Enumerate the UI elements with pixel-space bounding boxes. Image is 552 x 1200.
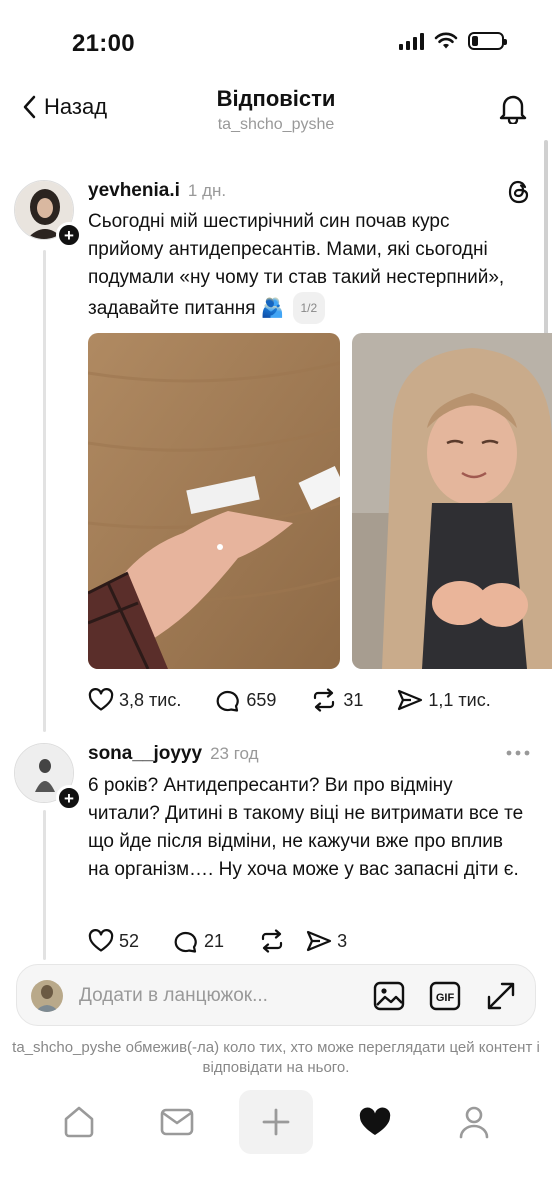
comment-icon: [216, 690, 240, 712]
expand-icon: [487, 982, 515, 1010]
heart-filled-icon: [359, 1107, 391, 1135]
reply-text: 6 років? Антидепресанти? Ви про відміну …: [88, 775, 524, 880]
post-text: Сьогодні мій шестирічний син почав курс …: [88, 208, 528, 324]
post-avatar[interactable]: +: [14, 180, 82, 248]
page-indicator: 1/2: [292, 292, 326, 324]
tab-profile[interactable]: [437, 1090, 511, 1154]
post-time: 23 год: [210, 744, 259, 763]
notifications-button[interactable]: [498, 92, 528, 129]
page-title: Відповісти: [216, 86, 336, 111]
like-button[interactable]: 52: [88, 929, 139, 953]
tab-bar: [0, 1090, 552, 1160]
post-actions: 3,8 тис. 659 31 1,1 тис.: [88, 688, 525, 712]
share-count: 1,1 тис.: [428, 689, 491, 710]
follow-button[interactable]: +: [56, 222, 82, 248]
tab-activity[interactable]: [338, 1090, 412, 1154]
repost-icon: [261, 929, 283, 953]
reply-composer[interactable]: Додати в ланцюжок... GIF: [16, 964, 536, 1026]
like-button[interactable]: 3,8 тис.: [88, 688, 181, 712]
signal-icon: [399, 32, 424, 50]
status-icons: [399, 32, 507, 50]
share-count: 3: [337, 930, 348, 951]
tab-home[interactable]: [42, 1090, 116, 1154]
repost-button[interactable]: [258, 929, 286, 953]
post-photo[interactable]: [352, 333, 552, 669]
inbox-icon: [160, 1108, 194, 1136]
username[interactable]: yevhenia.i: [88, 180, 180, 202]
repost-count: 31: [343, 689, 364, 710]
follow-button[interactable]: +: [56, 785, 82, 811]
wifi-icon: [434, 32, 458, 49]
reply-avatar[interactable]: +: [14, 743, 82, 811]
comment-icon: [174, 931, 197, 953]
share-icon: [306, 930, 332, 952]
share-button[interactable]: 3: [306, 929, 347, 953]
scrollbar[interactable]: [544, 140, 548, 340]
post-header: yevhenia.i 1 дн.: [88, 180, 226, 202]
repost-button[interactable]: 31: [310, 688, 363, 712]
page-subtitle: ta_shcho_pyshe: [217, 116, 335, 133]
post-photo[interactable]: [88, 333, 340, 669]
attach-image-button[interactable]: [373, 980, 405, 1017]
reply-count: 21: [204, 930, 225, 951]
status-time: 21:00: [72, 30, 135, 57]
battery-icon: [468, 32, 507, 50]
home-icon: [64, 1106, 94, 1138]
threads-logo-icon[interactable]: [508, 180, 530, 204]
heart-icon: [88, 688, 114, 711]
expand-button[interactable]: [485, 980, 517, 1017]
bell-icon: [499, 95, 527, 126]
tab-inbox[interactable]: [140, 1090, 214, 1154]
share-icon: [398, 689, 423, 711]
post-time: 1 дн.: [187, 181, 227, 200]
like-count: 52: [119, 930, 140, 951]
header: Назад Відповісти ta_shcho_pyshe: [0, 80, 552, 150]
tab-create[interactable]: [239, 1090, 313, 1154]
gif-icon: GIF: [429, 981, 461, 1011]
reply-count: 659: [246, 689, 277, 710]
profile-icon: [459, 1106, 489, 1139]
repost-icon: [314, 688, 335, 712]
post-header: sona__joyyy 23 год: [88, 743, 259, 765]
share-button[interactable]: 1,1 тис.: [397, 688, 491, 712]
username[interactable]: sona__joyyy: [88, 743, 202, 765]
image-icon: [373, 981, 405, 1011]
more-icon[interactable]: [506, 750, 530, 756]
plus-icon: [262, 1108, 290, 1136]
restriction-notice: ta_shcho_pyshe обмежив(-ла) коло тих, хт…: [12, 1039, 540, 1076]
reply-button[interactable]: 659: [215, 688, 276, 712]
composer-input[interactable]: Додати в ланцюжок...: [79, 985, 268, 1007]
avatar: [31, 980, 63, 1012]
gif-button[interactable]: GIF: [429, 980, 461, 1017]
title-block: Відповісти ta_shcho_pyshe: [0, 86, 552, 134]
svg-text:GIF: GIF: [436, 992, 455, 1004]
thread-line: [43, 250, 46, 732]
reply-actions: 52 21 3: [88, 929, 381, 953]
thread-line: [43, 810, 46, 960]
reply-button[interactable]: 21: [173, 929, 224, 953]
heart-icon: [88, 929, 114, 952]
status-bar: 21:00: [0, 0, 552, 80]
like-count: 3,8 тис.: [119, 689, 182, 710]
